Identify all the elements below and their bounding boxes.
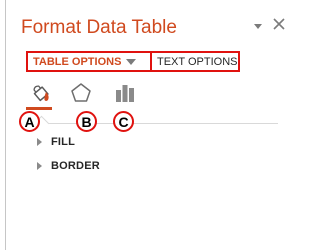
options-tabs: TABLE OPTIONS TEXT OPTIONS (26, 51, 240, 72)
section-fill-label: FILL (51, 136, 76, 148)
tab-table-options[interactable]: TABLE OPTIONS (28, 53, 152, 70)
callout-badge-a: A (19, 111, 40, 132)
callout-badge-c: C (113, 111, 134, 132)
tab-text-options[interactable]: TEXT OPTIONS (152, 53, 237, 70)
section-separator (24, 123, 278, 124)
pane-title: Format Data Table (21, 17, 177, 38)
section-border-label: BORDER (51, 160, 100, 172)
effects-icon[interactable] (69, 81, 93, 105)
close-icon[interactable] (272, 17, 286, 31)
section-border[interactable]: BORDER (37, 160, 100, 172)
callout-badge-b: B (76, 111, 97, 132)
tab-table-options-label: TABLE OPTIONS (33, 55, 122, 68)
section-fill[interactable]: FILL (37, 136, 75, 148)
fill-line-icon[interactable] (30, 81, 54, 105)
format-data-table-pane: Format Data Table TABLE OPTIONS TEXT OPT… (0, 0, 292, 250)
chevron-down-icon (126, 58, 137, 65)
task-pane-options-icon[interactable] (252, 19, 264, 31)
tab-text-options-label: TEXT OPTIONS (157, 55, 238, 68)
expand-arrow-icon (37, 138, 42, 146)
selected-category-indicator (26, 107, 52, 110)
expand-arrow-icon (37, 162, 42, 170)
task-pane: Format Data Table TABLE OPTIONS TEXT OPT… (6, 0, 292, 250)
size-properties-icon[interactable] (113, 81, 137, 105)
